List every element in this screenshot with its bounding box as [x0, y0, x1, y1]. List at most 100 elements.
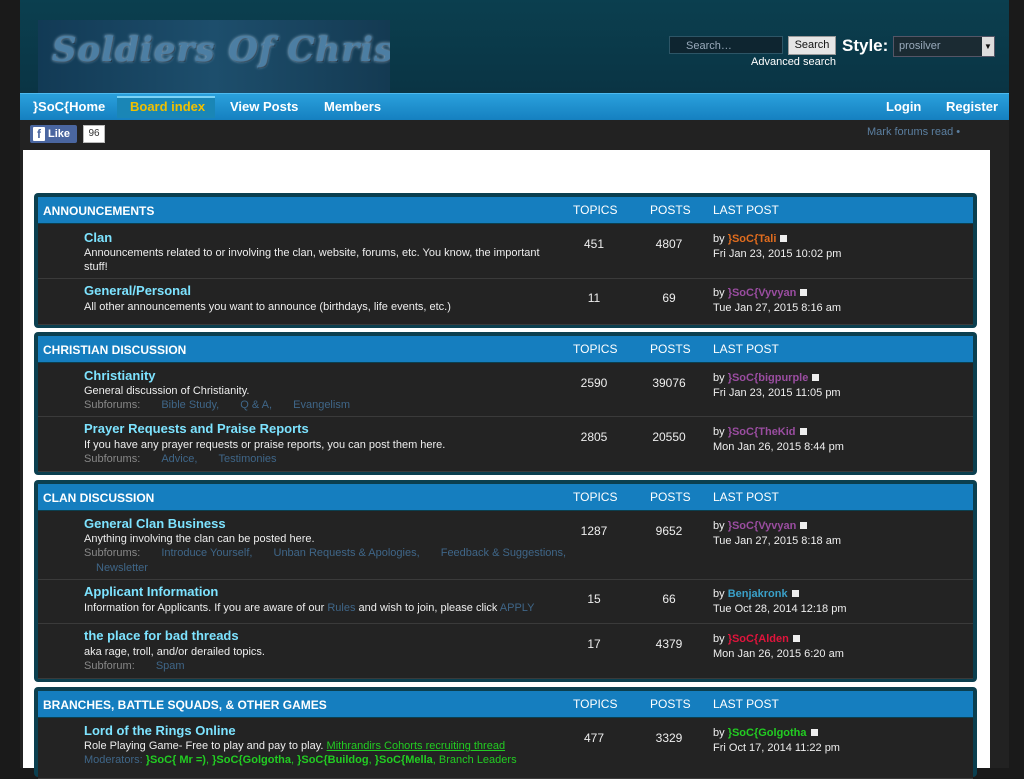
desc-text: Role Playing Game- Free to play and pay … — [84, 740, 324, 752]
forum-name[interactable]: the place for bad threads — [84, 628, 239, 643]
view-latest-post-icon[interactable] — [791, 590, 799, 597]
subforum-link[interactable]: Evangelism — [293, 399, 350, 411]
forum-description: General discussion of Christianity. — [84, 385, 250, 397]
forum-name[interactable]: Christianity — [84, 368, 156, 383]
posts-count: 20550 — [652, 430, 686, 444]
nav-home[interactable]: }SoC{Home — [33, 99, 105, 114]
subforum-link[interactable]: Newsletter — [96, 562, 148, 574]
by-label: by — [713, 520, 725, 532]
advanced-search-link[interactable]: Advanced search — [751, 56, 836, 68]
last-post-user[interactable]: }SoC{Golgotha — [728, 727, 807, 739]
forum-name[interactable]: Lord of the Rings Online — [84, 723, 236, 738]
recruiting-thread-link[interactable]: Mithrandirs Cohorts recruiting thread — [327, 740, 506, 752]
view-latest-post-icon[interactable] — [792, 635, 800, 642]
subforums-label: Subforums: — [84, 547, 141, 559]
subforum-link[interactable]: Testimonies — [218, 453, 276, 465]
moderator-group-link[interactable]: Branch Leaders — [439, 754, 517, 766]
by-label: by — [713, 287, 725, 299]
forum-name[interactable]: Clan — [84, 230, 112, 245]
moderator-link[interactable]: }SoC{Golgotha — [212, 754, 291, 766]
by-label: by — [713, 372, 725, 384]
col-posts: POSTS — [650, 490, 691, 504]
category-branches: BRANCHES, BATTLE SQUADS, & OTHER GAMES T… — [34, 687, 977, 779]
by-label: by — [713, 727, 725, 739]
nav-register[interactable]: Register — [946, 99, 998, 114]
nav-members[interactable]: Members — [324, 99, 381, 114]
moderator-link[interactable]: }SoC{Mella — [375, 754, 433, 766]
moderators: Moderators: }SoC{ Mr =), }SoC{Golgotha, … — [84, 754, 517, 766]
category-title[interactable]: CHRISTIAN DISCUSSION — [43, 343, 186, 357]
view-latest-post-icon[interactable] — [800, 289, 808, 296]
mark-forums-read-link[interactable]: Mark forums read • — [867, 126, 960, 138]
by-label: by — [713, 588, 725, 600]
page: Soldiers Of Christ Search… Search Style:… — [20, 0, 1009, 779]
subforum-link[interactable]: Advice, — [161, 453, 197, 465]
style-select[interactable]: prosilver ▼ — [893, 36, 995, 57]
search-input[interactable]: Search… — [669, 36, 783, 54]
subforum-link[interactable]: Q & A, — [240, 399, 272, 411]
last-post-user[interactable]: }SoC{TheKid — [728, 426, 796, 438]
by-label: by — [713, 233, 725, 245]
by-label: by — [713, 426, 725, 438]
last-post-user[interactable]: }SoC{Alden — [728, 633, 789, 645]
forum-row: General Clan Business Anything involving… — [38, 511, 973, 580]
subforums: Subforums: Advice, Testimonies — [84, 453, 277, 465]
moderator-link[interactable]: }SoC{ Mr =) — [146, 754, 206, 766]
category-title[interactable]: ANNOUNCEMENTS — [43, 204, 154, 218]
last-post: by }SoC{Golgotha Fri Oct 17, 2014 11:22 … — [713, 726, 840, 756]
category-title[interactable]: CLAN DISCUSSION — [43, 491, 154, 505]
category-announcements: ANNOUNCEMENTS TOPICS POSTS LAST POST Cla… — [34, 193, 977, 328]
last-post-user[interactable]: Benjakronk — [728, 588, 788, 600]
nav-login[interactable]: Login — [886, 99, 921, 114]
facebook-like-button[interactable]: f Like — [30, 125, 77, 143]
forum-row: Applicant Information Information for Ap… — [38, 580, 973, 624]
forum-name[interactable]: General/Personal — [84, 283, 191, 298]
subforums: Subforums: Introduce Yourself, Unban Req… — [84, 547, 566, 559]
last-post-date: Mon Jan 26, 2015 8:44 pm — [713, 441, 844, 453]
view-latest-post-icon[interactable] — [780, 235, 788, 242]
col-topics: TOPICS — [573, 203, 618, 217]
last-post-date: Tue Jan 27, 2015 8:16 am — [713, 302, 842, 314]
topics-count: 2590 — [580, 376, 608, 390]
view-latest-post-icon[interactable] — [800, 522, 808, 529]
last-post: by Benjakronk Tue Oct 28, 2014 12:18 pm — [713, 587, 847, 617]
subforum-link[interactable]: Feedback & Suggestions, — [441, 547, 566, 559]
view-latest-post-icon[interactable] — [810, 729, 818, 736]
search-button[interactable]: Search — [788, 36, 836, 55]
site-logo[interactable]: Soldiers Of Christ — [38, 20, 390, 94]
apply-link[interactable]: APPLY — [500, 602, 535, 614]
subforum-link[interactable]: Introduce Yourself, — [161, 547, 252, 559]
moderator-link[interactable]: }SoC{Buildog — [297, 754, 369, 766]
forum-name[interactable]: Prayer Requests and Praise Reports — [84, 421, 309, 436]
topics-count: 477 — [583, 731, 605, 745]
forum-description: aka rage, troll, and/or derailed topics. — [84, 646, 265, 658]
col-last-post: LAST POST — [713, 490, 779, 504]
by-label: by — [713, 633, 725, 645]
style-select-value: prosilver — [899, 40, 941, 52]
rules-link[interactable]: Rules — [327, 602, 355, 614]
subforum-link[interactable]: Unban Requests & Apologies, — [274, 547, 420, 559]
last-post-date: Fri Jan 23, 2015 10:02 pm — [713, 248, 842, 260]
subforum-link[interactable]: Bible Study, — [161, 399, 219, 411]
posts-count: 39076 — [652, 376, 686, 390]
subforum-link[interactable]: Spam — [156, 660, 185, 672]
forum-name[interactable]: General Clan Business — [84, 516, 226, 531]
posts-count: 4379 — [655, 637, 683, 651]
view-latest-post-icon[interactable] — [799, 428, 807, 435]
forum-row: Prayer Requests and Praise Reports If yo… — [38, 417, 973, 472]
view-latest-post-icon[interactable] — [812, 374, 820, 381]
last-post-user[interactable]: }SoC{bigpurple — [728, 372, 809, 384]
col-last-post: LAST POST — [713, 203, 779, 217]
forum-name[interactable]: Applicant Information — [84, 584, 218, 599]
last-post-user[interactable]: }SoC{Tali — [728, 233, 777, 245]
col-topics: TOPICS — [573, 342, 618, 356]
forum-row: the place for bad threads aka rage, trol… — [38, 624, 973, 679]
last-post-date: Mon Jan 26, 2015 6:20 am — [713, 648, 844, 660]
style-label: Style: — [842, 36, 889, 55]
category-title[interactable]: BRANCHES, BATTLE SQUADS, & OTHER GAMES — [43, 698, 327, 712]
nav-board-index[interactable]: Board index — [130, 99, 205, 114]
last-post-user[interactable]: }SoC{Vyvyan — [728, 287, 797, 299]
topics-count: 1287 — [580, 524, 608, 538]
last-post-user[interactable]: }SoC{Vyvyan — [728, 520, 797, 532]
nav-view-posts[interactable]: View Posts — [230, 99, 298, 114]
